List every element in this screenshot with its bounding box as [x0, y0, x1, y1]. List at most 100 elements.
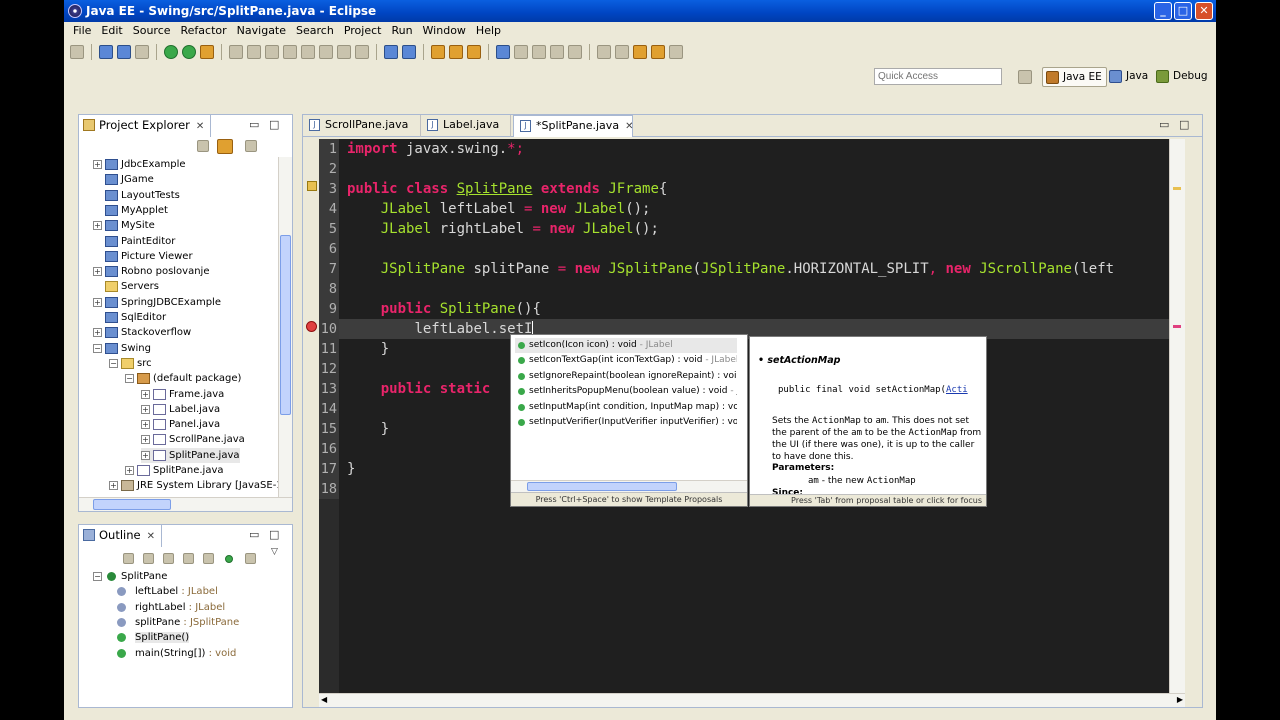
outline-item[interactable]: SplitPane() [117, 630, 190, 645]
forward-icon[interactable] [651, 45, 665, 59]
step-return-icon[interactable] [355, 45, 369, 59]
overview-warning-marker[interactable] [1173, 187, 1181, 190]
menu-refactor[interactable]: Refactor [176, 22, 232, 40]
new-icon[interactable] [70, 45, 84, 59]
step-over-icon[interactable] [337, 45, 351, 59]
expand-icon[interactable]: + [93, 297, 102, 307]
proposal-item[interactable]: setIgnoreRepaint(boolean ignoreRepaint) … [515, 369, 737, 384]
tree-item[interactable]: + SplitPane.java [125, 463, 224, 478]
open-task-icon[interactable] [449, 45, 463, 59]
view-menu-icon[interactable] [245, 140, 257, 152]
scroll-left-arrow-icon[interactable]: ◀ [321, 695, 327, 704]
tree-item[interactable]: + JdbcExample [93, 157, 186, 172]
link-with-editor-icon[interactable] [217, 139, 233, 154]
expand-icon[interactable]: + [93, 221, 102, 231]
scroll-thumb[interactable] [527, 482, 677, 491]
show-whitespace-icon[interactable] [568, 45, 582, 59]
tab-label-java[interactable]: J Label.java [421, 115, 511, 137]
menu-edit[interactable]: Edit [96, 22, 127, 40]
close-icon[interactable]: ✕ [625, 121, 633, 132]
save-icon[interactable] [99, 45, 113, 59]
tree-item[interactable]: PaintEditor [93, 234, 175, 249]
tree-item[interactable]: + ScrollPane.java [141, 432, 245, 447]
outline-item[interactable]: rightLabel : JLabel [117, 600, 225, 615]
editor-hscroll[interactable]: ◀ ▶ [319, 693, 1185, 707]
open-perspective-icon[interactable] [1018, 70, 1032, 84]
quick-access-input[interactable] [874, 68, 1002, 85]
tree-item[interactable]: − Swing [93, 341, 151, 356]
last-edit-icon[interactable] [669, 45, 683, 59]
proposal-item[interactable]: setInputVerifier(InputVerifier inputVeri… [515, 415, 737, 430]
expand-icon[interactable]: + [125, 466, 134, 475]
maximize-button[interactable]: □ [1174, 2, 1192, 20]
maximize-view-icon[interactable]: □ [269, 528, 279, 541]
suspend-icon[interactable] [265, 45, 279, 59]
expand-icon[interactable]: + [141, 404, 150, 414]
minimize-editor-icon[interactable]: ▭ [1159, 118, 1169, 131]
expand-icon[interactable]: + [141, 389, 150, 399]
block-selection-icon[interactable] [550, 45, 564, 59]
minimize-button[interactable]: _ [1154, 2, 1172, 20]
menu-navigate[interactable]: Navigate [232, 22, 291, 40]
outline-item[interactable]: main(String[]) : void [117, 646, 236, 661]
collapse-icon[interactable]: − [109, 358, 118, 368]
hide-static-icon[interactable] [203, 553, 214, 564]
expand-icon[interactable]: + [141, 420, 150, 430]
expand-icon[interactable]: + [141, 450, 150, 460]
outline-item[interactable]: leftLabel : JLabel [117, 584, 218, 599]
next-annotation-icon[interactable] [597, 45, 611, 59]
hide-local-types-icon[interactable] [245, 553, 256, 564]
expand-icon[interactable]: + [93, 160, 102, 169]
menu-file[interactable]: File [68, 22, 96, 40]
tree-item[interactable]: LayoutTests [93, 188, 180, 203]
maximize-view-icon[interactable]: □ [269, 118, 279, 131]
menu-search[interactable]: Search [291, 22, 339, 40]
warning-marker-icon[interactable] [307, 181, 317, 191]
previous-annotation-icon[interactable] [615, 45, 629, 59]
overview-error-marker[interactable] [1173, 325, 1181, 328]
web-browser-icon[interactable] [496, 45, 510, 59]
proposal-item[interactable]: setIconTextGap(int iconTextGap) : void -… [515, 353, 737, 368]
proposal-item[interactable]: setIcon(Icon icon) : void - JLabel [515, 338, 737, 353]
toggle-mark-occurrences-icon[interactable] [514, 45, 528, 59]
tree-item[interactable]: + Robno poslovanje [93, 264, 210, 279]
close-icon[interactable]: ✕ [147, 531, 155, 542]
expand-icon[interactable]: + [109, 481, 118, 491]
hide-fields-icon[interactable] [183, 553, 194, 564]
tree-item[interactable]: + Panel.java [141, 417, 220, 432]
expand-icon[interactable]: + [93, 267, 102, 277]
run-icon[interactable] [182, 45, 196, 59]
proposal-item[interactable]: setInheritsPopupMenu(boolean value) : vo… [515, 384, 737, 399]
outline-item[interactable]: splitPane : JSplitPane [117, 615, 239, 630]
tab-project-explorer[interactable]: Project Explorer ✕ [79, 115, 212, 137]
project-tree-vscroll[interactable] [278, 157, 292, 497]
toggle-highlight-icon[interactable] [532, 45, 546, 59]
external-tools-icon[interactable] [200, 45, 214, 59]
menu-window[interactable]: Window [418, 22, 471, 40]
project-tree-hscroll[interactable] [79, 497, 292, 511]
sort-icon[interactable] [163, 553, 174, 564]
tab-scrollpane-java[interactable]: J ScrollPane.java [303, 115, 421, 137]
tree-item[interactable]: + Stackoverflow [93, 325, 191, 340]
perspective-java-ee[interactable]: Java EE [1042, 67, 1107, 87]
open-type-icon[interactable] [431, 45, 445, 59]
resume-icon[interactable] [247, 45, 261, 59]
collapse-icon[interactable]: − [93, 343, 102, 353]
debug-icon[interactable] [164, 45, 178, 59]
outline-item[interactable]: − SplitPane [93, 569, 167, 584]
expand-icon[interactable]: + [93, 328, 102, 338]
tree-item[interactable]: + Label.java [141, 402, 220, 417]
error-marker-icon[interactable] [306, 321, 317, 332]
close-icon[interactable]: ✕ [196, 121, 204, 132]
menu-project[interactable]: Project [339, 22, 387, 40]
new-server-icon[interactable] [384, 45, 398, 59]
collapse-all-icon[interactable] [143, 553, 154, 564]
tree-item[interactable]: + SplitPane.java [141, 447, 240, 463]
editor-vscroll[interactable] [1169, 139, 1185, 693]
minimize-view-icon[interactable]: ▭ [249, 118, 259, 131]
scroll-right-arrow-icon[interactable]: ▶ [1177, 695, 1183, 704]
save-all-icon[interactable] [117, 45, 131, 59]
collapse-all-icon[interactable] [197, 140, 209, 152]
javadoc-popup[interactable]: • setActionMap public final void setActi… [749, 336, 987, 507]
javadoc-signature-link[interactable]: Acti [946, 385, 968, 395]
